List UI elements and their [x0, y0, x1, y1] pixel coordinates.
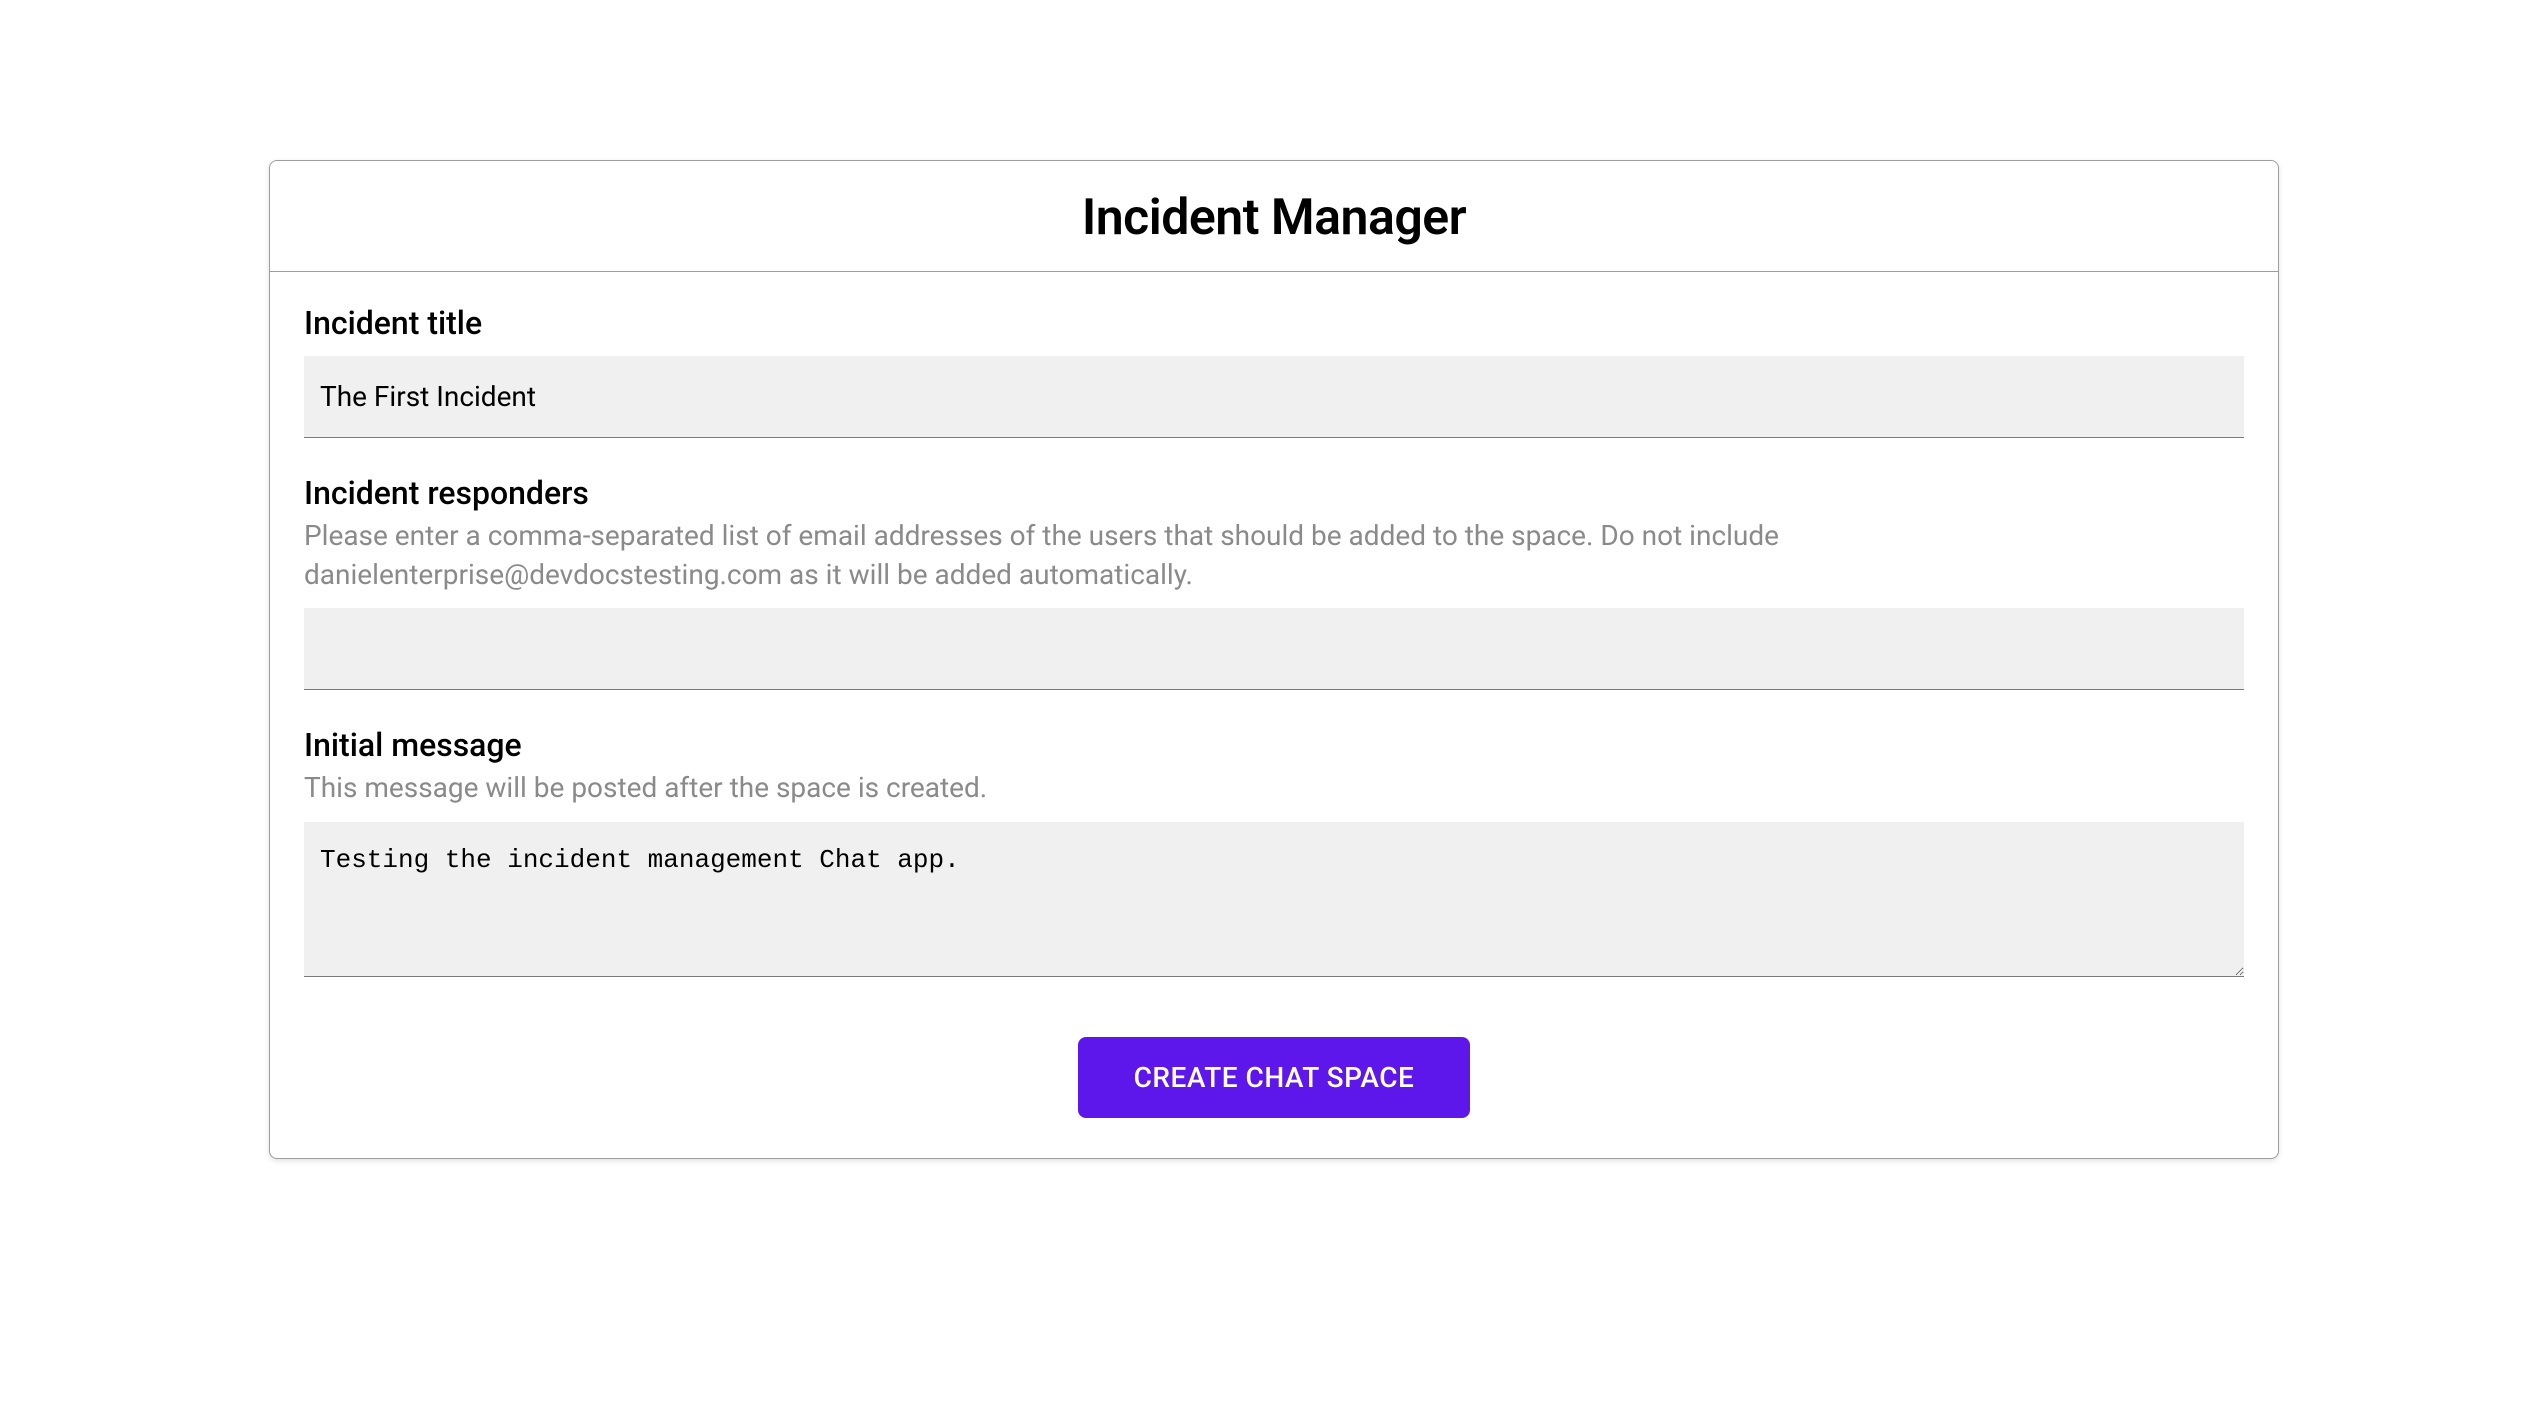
- initial-message-group: Initial message This message will be pos…: [304, 726, 2244, 980]
- initial-message-label: Initial message: [304, 726, 2244, 764]
- page-title: Incident Manager: [302, 189, 2246, 247]
- incident-responders-helper: Please enter a comma-separated list of e…: [304, 516, 2244, 594]
- initial-message-helper: This message will be posted after the sp…: [304, 768, 2244, 807]
- incident-title-group: Incident title: [304, 304, 2244, 438]
- card-body: Incident title Incident responders Pleas…: [270, 272, 2278, 1158]
- create-chat-space-button[interactable]: CREATE CHAT SPACE: [1078, 1037, 1471, 1118]
- initial-message-textarea[interactable]: Testing the incident management Chat app…: [304, 822, 2244, 977]
- incident-title-input[interactable]: [304, 356, 2244, 438]
- incident-responders-input[interactable]: [304, 608, 2244, 690]
- incident-responders-group: Incident responders Please enter a comma…: [304, 474, 2244, 690]
- button-row: CREATE CHAT SPACE: [304, 1037, 2244, 1118]
- incident-responders-label: Incident responders: [304, 474, 2244, 512]
- incident-manager-card: Incident Manager Incident title Incident…: [269, 160, 2279, 1159]
- incident-title-label: Incident title: [304, 304, 2244, 342]
- card-header: Incident Manager: [270, 161, 2278, 272]
